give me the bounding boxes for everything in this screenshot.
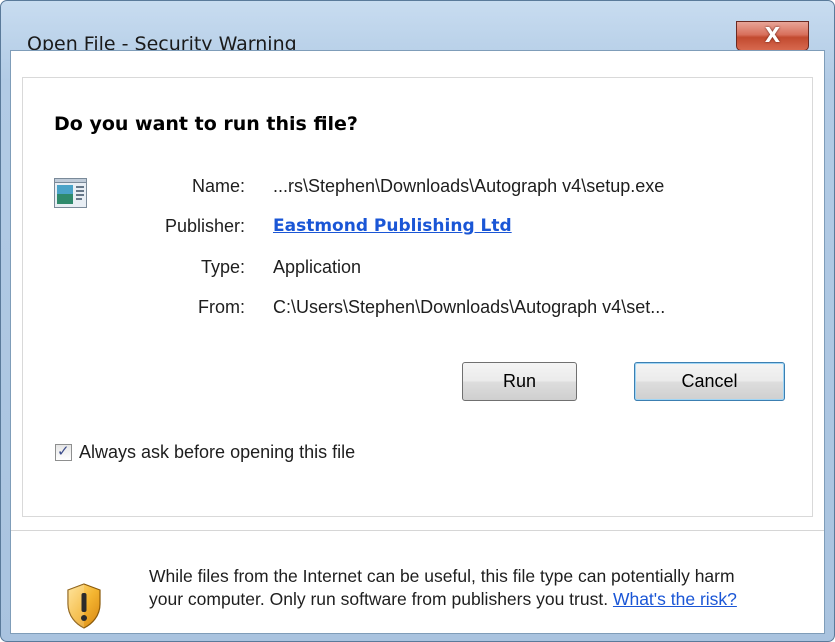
shield-warning-icon bbox=[67, 583, 101, 629]
from-value: C:\Users\Stephen\Downloads\Autograph v4\… bbox=[273, 297, 666, 317]
run-button[interactable]: Run bbox=[462, 362, 577, 401]
always-ask-checkbox[interactable]: ✓ bbox=[55, 442, 72, 461]
dialog-window: Open File - Security Warning X Do you wa… bbox=[0, 0, 835, 642]
application-window-icon bbox=[54, 178, 87, 208]
whats-the-risk-link[interactable]: What's the risk? bbox=[613, 589, 737, 609]
cancel-button[interactable]: Cancel bbox=[634, 362, 785, 401]
dialog-heading: Do you want to run this file? bbox=[54, 113, 358, 135]
from-label: From: bbox=[198, 297, 245, 317]
type-label: Type: bbox=[200, 257, 245, 277]
name-label: Name: bbox=[191, 176, 245, 196]
warning-message: While files from the Internet can be use… bbox=[149, 565, 769, 611]
type-value: Application bbox=[273, 257, 362, 277]
dialog-body: Do you want to run this file? Name: ...r… bbox=[10, 50, 825, 634]
section-divider bbox=[11, 530, 824, 531]
close-button[interactable]: X bbox=[736, 21, 809, 51]
check-mark-icon: ✓ bbox=[57, 442, 70, 460]
title-bar[interactable]: Open File - Security Warning X bbox=[1, 1, 834, 55]
publisher-link[interactable]: Eastmond Publishing Ltd bbox=[273, 216, 512, 236]
publisher-label: Publisher: bbox=[164, 216, 245, 236]
always-ask-label[interactable]: Always ask before opening this file bbox=[79, 442, 355, 463]
close-icon: X bbox=[764, 23, 781, 47]
name-value: ...rs\Stephen\Downloads\Autograph v4\set… bbox=[273, 176, 665, 196]
